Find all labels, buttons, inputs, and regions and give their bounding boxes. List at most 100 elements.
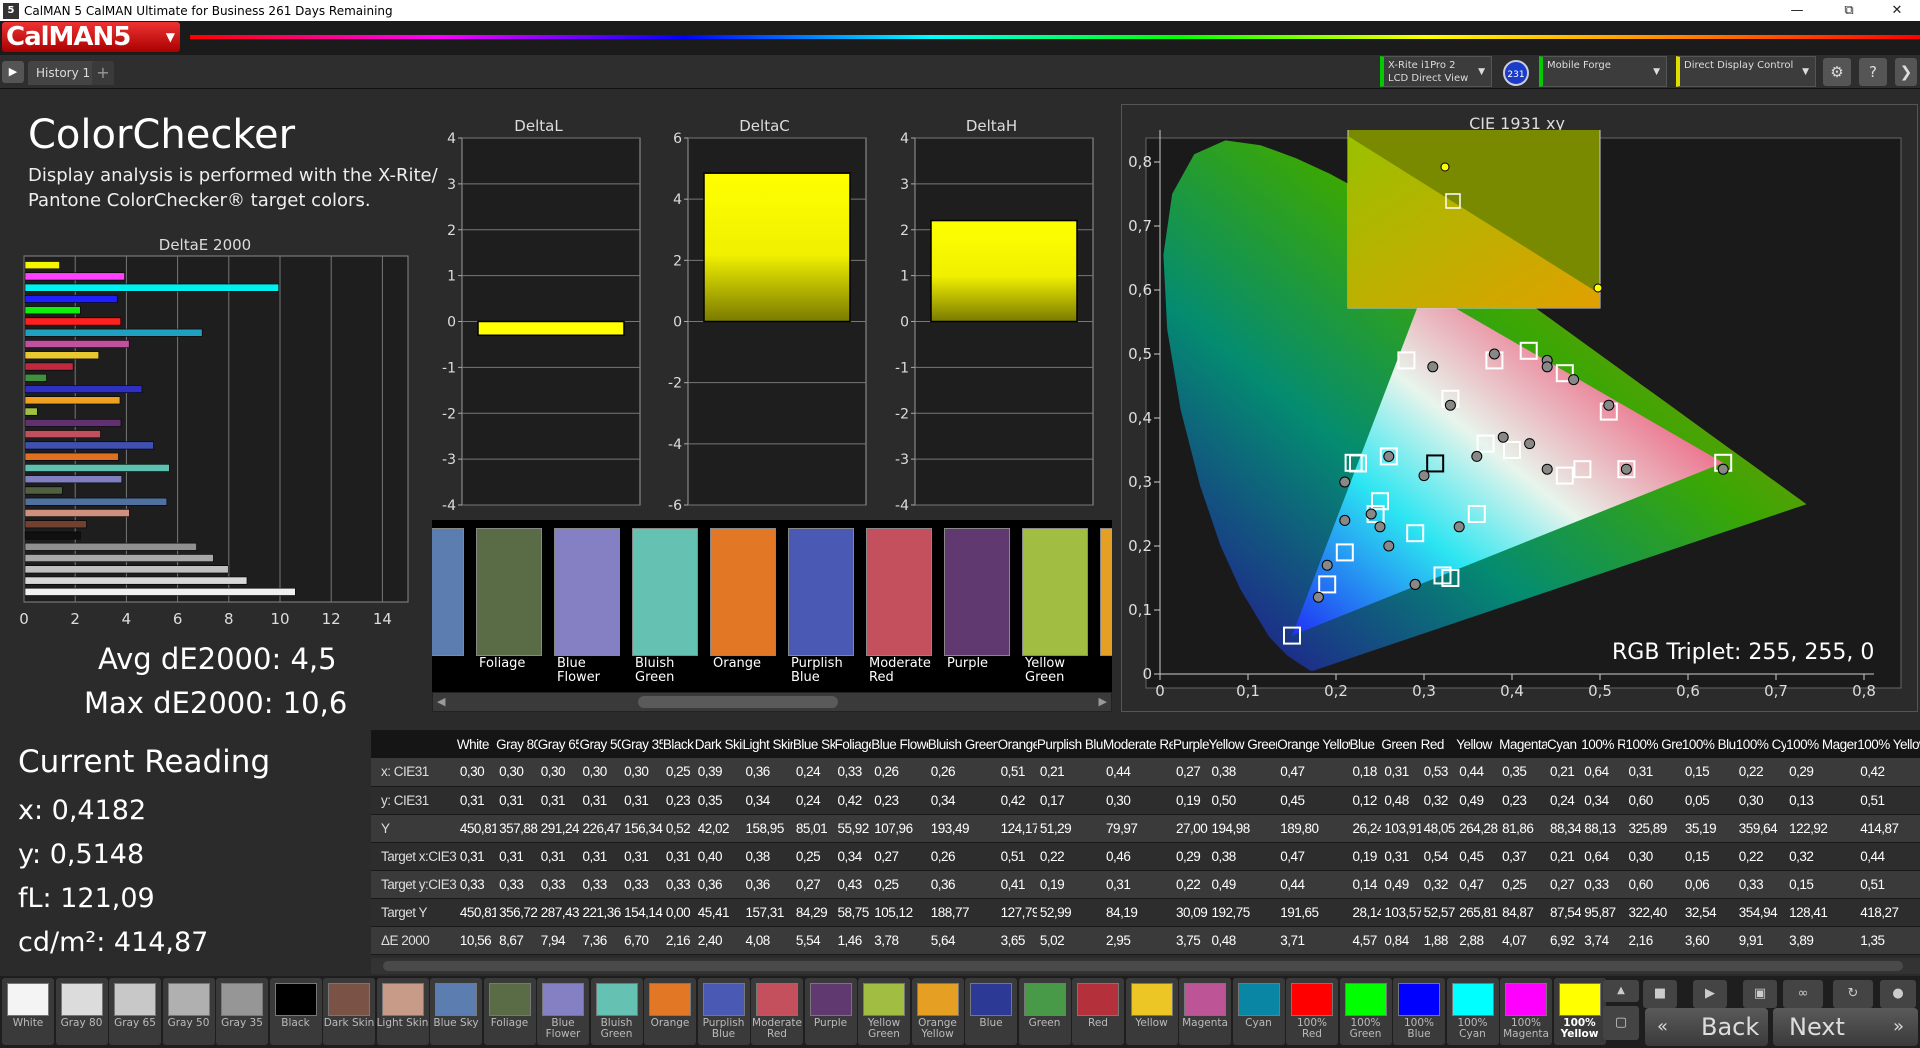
column-header[interactable]: Light Skin [742,730,793,758]
column-header[interactable]: Blue [1349,730,1382,758]
scroll-right-icon[interactable]: ▶ [1099,695,1107,708]
swatch-button[interactable]: Gray 35 [216,978,268,1045]
column-header[interactable]: 100% Green [1625,730,1682,758]
swatch-button[interactable]: Purple [804,978,857,1045]
source-selector[interactable]: Mobile Forge ▼ [1539,56,1667,87]
close-button[interactable]: ✕ [1874,0,1920,21]
column-header[interactable]: Cyan [1546,730,1582,758]
patch-swatch[interactable] [632,528,698,656]
swatch-button[interactable]: 100% Cyan [1446,978,1499,1045]
column-header[interactable]: Gray 50 [579,730,622,758]
calman-logo-menu[interactable]: CalMAN5 ▼ [2,22,180,52]
settings-icon[interactable]: ● [1880,980,1916,1008]
swatch-button[interactable]: 100% Green [1339,978,1392,1045]
back-button[interactable]: « Back [1645,1008,1768,1046]
save-icon[interactable]: ▣ [1743,980,1777,1008]
play-icon[interactable]: ▶ [2,61,24,83]
column-header[interactable]: 100% Yellow [1857,730,1920,758]
swatch-button[interactable]: Green [1018,978,1071,1045]
play-icon[interactable]: ▶ [1693,980,1727,1008]
column-header[interactable]: Blue Sky [792,730,835,758]
device-count-badge[interactable]: 231 [1503,60,1529,86]
swatch-button[interactable]: Cyan [1232,978,1285,1045]
patch-swatch[interactable] [1022,528,1088,656]
swatch-button[interactable]: Orange [644,978,696,1045]
patch-swatch[interactable] [1100,528,1112,656]
column-header[interactable]: Blue Flower [871,730,928,758]
column-header[interactable]: 100% Cyan [1735,730,1787,758]
swatch-button[interactable]: Yellow [1125,978,1178,1045]
add-tab-button[interactable]: + [92,61,114,85]
column-header[interactable]: Dark Skin [694,730,743,758]
swatch-button[interactable]: Gray 80 [55,978,108,1045]
tab-history-1[interactable]: History 1 [28,61,99,85]
swatch-button[interactable]: Light Skin [376,978,429,1045]
patch-swatch[interactable] [710,528,776,656]
scrollbar-thumb[interactable] [638,696,838,708]
eject-icon[interactable]: ▲ [1603,980,1639,1002]
patch-strip-scrollbar[interactable]: ◀ ▶ [432,692,1112,712]
swatch-button[interactable]: Purplish Blue [697,978,750,1045]
column-header[interactable]: Orange [997,730,1037,758]
swatch-button[interactable]: Blue [965,978,1017,1045]
column-header[interactable]: Orange Yellow [1277,730,1350,758]
column-header[interactable]: Purplish Blue [1036,730,1104,758]
display-selector[interactable]: Direct Display Control ▼ [1676,56,1816,87]
column-header[interactable]: Yellow Green [1208,730,1278,758]
swatch-button[interactable]: Black [269,978,322,1045]
column-header[interactable]: Gray 80 [496,730,538,758]
scroll-left-icon[interactable]: ◀ [437,695,445,708]
column-header[interactable]: Gray 65 [537,730,580,758]
column-header[interactable]: Moderate Red [1103,730,1173,758]
record-icon[interactable]: ▢ [1603,1006,1639,1040]
swatch-button[interactable]: 100% Yellow [1553,978,1606,1045]
swatch-button[interactable]: Gray 65 [109,978,161,1045]
column-header[interactable]: Yellow [1456,730,1500,758]
column-header[interactable] [371,730,457,758]
swatch-button[interactable]: Yellow Green [858,978,910,1045]
scrollbar-thumb[interactable] [383,961,1903,971]
swatch-button[interactable]: Moderate Red [751,978,803,1045]
chevron-icon[interactable]: ❯ [1895,58,1917,86]
next-button[interactable]: Next » [1773,1008,1918,1046]
column-header[interactable]: 100% Blue [1681,730,1736,758]
meter-selector[interactable]: X-Rite i1Pro 2 LCD Direct View ▼ [1380,56,1492,87]
column-header[interactable]: White [456,730,497,758]
stop-icon[interactable]: ■ [1643,980,1677,1008]
column-header[interactable]: Bluish Green [927,730,998,758]
patch-swatch[interactable] [866,528,932,656]
refresh-icon[interactable]: ↻ [1833,980,1873,1008]
swatch-button[interactable]: Bluish Green [590,978,643,1045]
help-icon[interactable]: ? [1859,58,1887,86]
column-header[interactable]: Gray 35 [621,730,663,758]
column-header[interactable]: Green [1381,730,1421,758]
patch-swatch[interactable] [944,528,1010,656]
swatch-button[interactable]: Red [1072,978,1124,1045]
column-header[interactable]: 100% Magenta [1786,730,1858,758]
swatch-button[interactable]: White [2,978,54,1045]
column-header[interactable]: Purple [1172,730,1209,758]
swatch-button[interactable]: Foliage [483,978,536,1045]
patch-swatch[interactable] [554,528,620,656]
swatch-button[interactable]: 100% Magenta [1500,978,1552,1045]
swatch-button[interactable]: Magenta [1179,978,1231,1045]
column-header[interactable]: Red [1420,730,1457,758]
column-header[interactable]: Black [662,730,695,758]
swatch-button[interactable]: Orange Yellow [911,978,964,1045]
column-header[interactable]: Foliage [834,730,872,758]
patch-swatch[interactable] [788,528,854,656]
swatch-button[interactable]: 100% Blue [1393,978,1445,1045]
patch-swatch[interactable] [432,528,464,656]
swatch-button[interactable]: 100% Red [1286,978,1338,1045]
column-header[interactable]: 100% Red [1581,730,1626,758]
swatch-button[interactable]: Gray 50 [162,978,215,1045]
swatch-button[interactable]: Blue Sky [430,978,482,1045]
minimize-button[interactable]: — [1774,0,1820,21]
swatch-button[interactable]: Blue Flower [537,978,589,1045]
patch-swatch[interactable] [476,528,542,656]
loop-icon[interactable]: ∞ [1783,980,1823,1008]
column-header[interactable]: Magenta [1499,730,1547,758]
gear-icon[interactable]: ⚙ [1823,58,1851,86]
maximize-button[interactable]: ⧉ [1826,0,1872,21]
table-scrollbar[interactable] [371,958,1920,974]
